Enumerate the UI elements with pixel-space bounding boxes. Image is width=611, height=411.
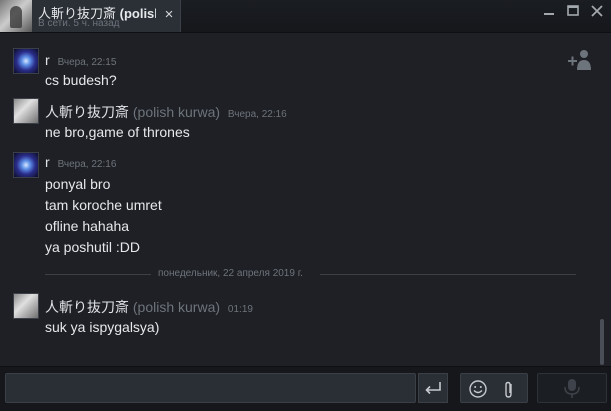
chat-scrollbar[interactable] [600,319,604,365]
sender-line: 人斬り抜刀斎 (polish kurwa) 01:19 [45,297,253,317]
avatar[interactable] [13,293,39,319]
composer-bar [0,366,611,411]
message-text: suk ya ispygalsya) [45,319,160,335]
message-time: Вчера, 22:16 [227,109,287,120]
avatar[interactable] [13,98,39,124]
enter-arrow-icon [425,382,441,395]
tab-friend-name-nick: (polish [119,6,156,21]
divider-rule-left [45,274,151,275]
message-text: ne bro,game of thrones [45,124,190,140]
maximize-icon[interactable] [565,3,581,19]
date-divider: понедельник, 22 апреля 2019 г. [45,268,576,280]
sender-nickname: (polish kurwa) [132,299,221,315]
sender-line: r Вчера, 22:16 [45,154,116,170]
chat-tab[interactable]: 人斬り抜刀斎 (polish В сети. 5 ч. назад × [0,0,181,32]
message-text: ponyal bro [45,176,111,192]
divider-rule-right [320,274,576,275]
friend-avatar [0,0,32,32]
smiley-icon [469,380,487,398]
tab-friend-status: В сети. 5 ч. назад [38,18,120,29]
voice-chat-button[interactable] [537,373,607,403]
message-text: ya poshutil :DD [45,239,140,255]
chat-history[interactable]: r Вчера, 22:15 cs budesh? 人斬り抜刀斎 (polish… [0,33,611,366]
sender-name[interactable]: r [45,154,50,170]
avatar[interactable] [13,152,39,178]
message-text: cs budesh? [45,72,117,88]
composer-tools [460,373,528,403]
message-input[interactable] [5,373,416,403]
message-text: tam koroche umret [45,197,162,213]
sender-line: 人斬り抜刀斎 (polish kurwa) Вчера, 22:16 [45,102,287,122]
sender-name[interactable]: 人斬り抜刀斎 [45,104,129,120]
close-icon[interactable] [589,3,605,19]
message-time: Вчера, 22:15 [57,57,117,68]
sender-line: r Вчера, 22:15 [45,52,116,68]
message-text: ofline hahaha [45,218,130,234]
attach-button[interactable] [498,378,520,400]
sender-name[interactable]: 人斬り抜刀斎 [45,299,129,315]
minimize-icon[interactable] [541,3,557,19]
sender-name[interactable]: r [45,52,50,68]
message-time: 01:19 [227,304,253,315]
tab-close-button[interactable]: × [162,5,176,25]
paperclip-icon [505,381,512,398]
title-bar: 人斬り抜刀斎 (polish В сети. 5 ч. назад × [0,0,611,33]
avatar[interactable] [13,48,39,74]
microphone-icon [564,379,580,398]
send-button[interactable] [418,373,448,403]
date-divider-text: понедельник, 22 апреля 2019 г. [158,268,303,279]
emoticon-button[interactable] [467,378,489,400]
sender-nickname: (polish kurwa) [132,104,221,120]
add-friend-to-chat-icon[interactable] [565,46,595,74]
message-time: Вчера, 22:16 [57,159,117,170]
